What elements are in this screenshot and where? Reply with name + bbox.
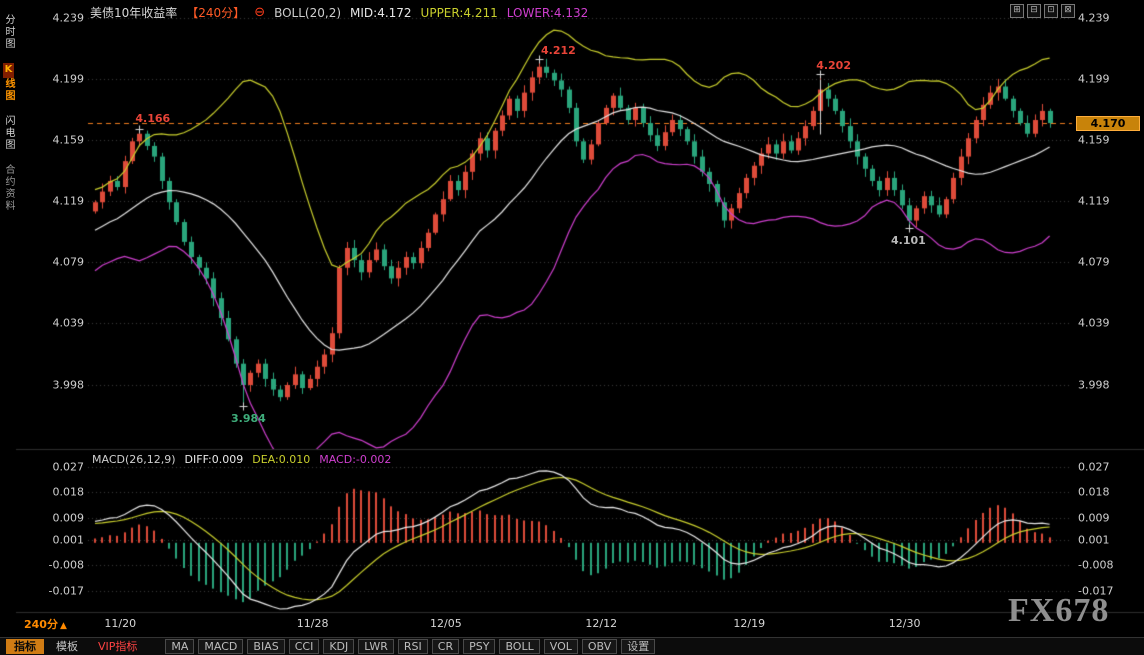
- indicator-button-obv[interactable]: OBV: [582, 639, 617, 654]
- indicator-button-boll[interactable]: BOLL: [499, 639, 539, 654]
- indicator-button-cr[interactable]: CR: [432, 639, 459, 654]
- x-axis-label: 12/12: [585, 617, 617, 630]
- sidebar-item-contract-info[interactable]: 合约资料: [1, 164, 15, 212]
- swing-label-3.984: 3.984: [231, 412, 266, 425]
- price-axis-label: 4.119: [38, 194, 84, 207]
- macd-axis-label: -0.008: [38, 559, 84, 572]
- swing-label-4.202: 4.202: [816, 59, 851, 72]
- price-axis-label: 4.239: [1078, 12, 1130, 25]
- price-axis-label: 4.039: [38, 316, 84, 329]
- macd-axis-label: 0.009: [38, 511, 84, 524]
- layout-icon-group: ⊞⊟⊡⊠: [1010, 4, 1075, 18]
- swing-label-4.166: 4.166: [135, 112, 170, 125]
- macd-bar-value: MACD:-0.002: [319, 453, 391, 466]
- chart-type-sidebar: 分时图 K线图闪电图合约资料: [0, 0, 16, 655]
- watermark: FX678: [1008, 592, 1109, 630]
- price-axis-label: 4.239: [38, 12, 84, 25]
- macd-axis-label: 0.001: [38, 534, 84, 547]
- settings-button[interactable]: 设置: [621, 639, 655, 654]
- macd-diff-value: DIFF:0.009: [185, 453, 244, 466]
- x-axis-label: 11/20: [104, 617, 136, 630]
- swing-label-4.101: 4.101: [891, 234, 926, 247]
- period-selector-label: 240分: [24, 618, 58, 631]
- indicator-button-macd[interactable]: MACD: [198, 639, 243, 654]
- indicator-button-lwr[interactable]: LWR: [358, 639, 394, 654]
- chart-canvas[interactable]: [0, 0, 1144, 655]
- price-axis-label: 4.199: [1078, 72, 1130, 85]
- macd-dea-value: DEA:0.010: [252, 453, 310, 466]
- x-axis-label: 12/30: [889, 617, 921, 630]
- boll-params-label: BOLL(20,2): [274, 6, 341, 20]
- price-axis-label: 4.159: [1078, 133, 1130, 146]
- grid-rows-icon[interactable]: ⊟: [1027, 4, 1041, 18]
- indicator-button-ma[interactable]: MA: [165, 639, 194, 654]
- macd-axis-label: 0.018: [1078, 486, 1130, 499]
- sidebar-item-lightning-chart[interactable]: 闪电图: [1, 115, 15, 151]
- price-axis-label: 4.079: [1078, 255, 1130, 268]
- price-axis-label: 4.119: [1078, 194, 1130, 207]
- active-tab-badge: K: [3, 63, 14, 78]
- tab-templates[interactable]: 模板: [48, 639, 86, 654]
- price-axis-label: 3.998: [38, 379, 84, 392]
- x-axis-label: 12/05: [430, 617, 462, 630]
- grid-quad-icon[interactable]: ⊠: [1061, 4, 1075, 18]
- macd-header: MACD(26,12,9) DIFF:0.009 DEA:0.010 MACD:…: [92, 453, 391, 466]
- indicator-button-cci[interactable]: CCI: [289, 639, 320, 654]
- macd-axis-label: 0.027: [38, 461, 84, 474]
- price-axis-label: 3.998: [1078, 379, 1130, 392]
- period-selector[interactable]: 240分▲: [24, 616, 67, 632]
- grid-single-icon[interactable]: ⊡: [1044, 4, 1058, 18]
- macd-axis-label: 0.027: [1078, 461, 1130, 474]
- price-axis-label: 4.159: [38, 133, 84, 146]
- boll-lower-value: LOWER:4.132: [507, 6, 589, 20]
- indicator-button-rsi[interactable]: RSI: [398, 639, 428, 654]
- boll-mid-value: MID:4.172: [350, 6, 412, 20]
- sidebar-item-kline-chart[interactable]: K线图: [1, 63, 15, 102]
- price-axis-label: 4.039: [1078, 316, 1130, 329]
- macd-axis-label: 0.018: [38, 486, 84, 499]
- sidebar-item-label: 线图: [3, 78, 14, 102]
- x-axis-label: 12/19: [733, 617, 765, 630]
- indicator-button-kdj[interactable]: KDJ: [323, 639, 354, 654]
- macd-params-label: MACD(26,12,9): [92, 453, 176, 466]
- grid-2x2-icon[interactable]: ⊞: [1010, 4, 1024, 18]
- macd-axis-label: 0.009: [1078, 511, 1130, 524]
- current-price-tag: 4.170: [1076, 116, 1140, 131]
- trading-app-window: 分时图 K线图闪电图合约资料 美债10年收益率 【240分】 ⊖ BOLL(20,…: [0, 0, 1144, 655]
- instrument-title: 美债10年收益率: [90, 4, 177, 21]
- boll-upper-value: UPPER:4.211: [421, 6, 498, 20]
- tab-vip-indicators[interactable]: VIP指标: [90, 639, 145, 654]
- indicator-button-bias[interactable]: BIAS: [247, 639, 284, 654]
- tab-indicators[interactable]: 指标: [6, 639, 44, 654]
- price-axis-label: 4.199: [38, 72, 84, 85]
- sidebar-item-time-chart[interactable]: 分时图: [1, 14, 15, 50]
- price-axis-label: 4.079: [38, 255, 84, 268]
- x-axis-label: 11/28: [297, 617, 329, 630]
- chart-header: 美债10年收益率 【240分】 ⊖ BOLL(20,2) MID:4.172 U…: [90, 4, 588, 21]
- indicator-toolbar: 指标模板 VIP指标 MA MACD BIAS CCIKDJ LWR RSI CR PSY BOLL…: [0, 637, 1144, 655]
- macd-axis-label: -0.008: [1078, 559, 1130, 572]
- indicator-button-vol[interactable]: VOL: [544, 639, 578, 654]
- period-up-arrow-icon: ▲: [60, 621, 67, 631]
- period-tag: 【240分】: [186, 4, 245, 21]
- macd-axis-label: -0.017: [38, 584, 84, 597]
- macd-axis-label: 0.001: [1078, 534, 1130, 547]
- collapse-icon[interactable]: ⊖: [254, 5, 265, 20]
- indicator-button-psy[interactable]: PSY: [463, 639, 495, 654]
- swing-label-4.212: 4.212: [541, 44, 576, 57]
